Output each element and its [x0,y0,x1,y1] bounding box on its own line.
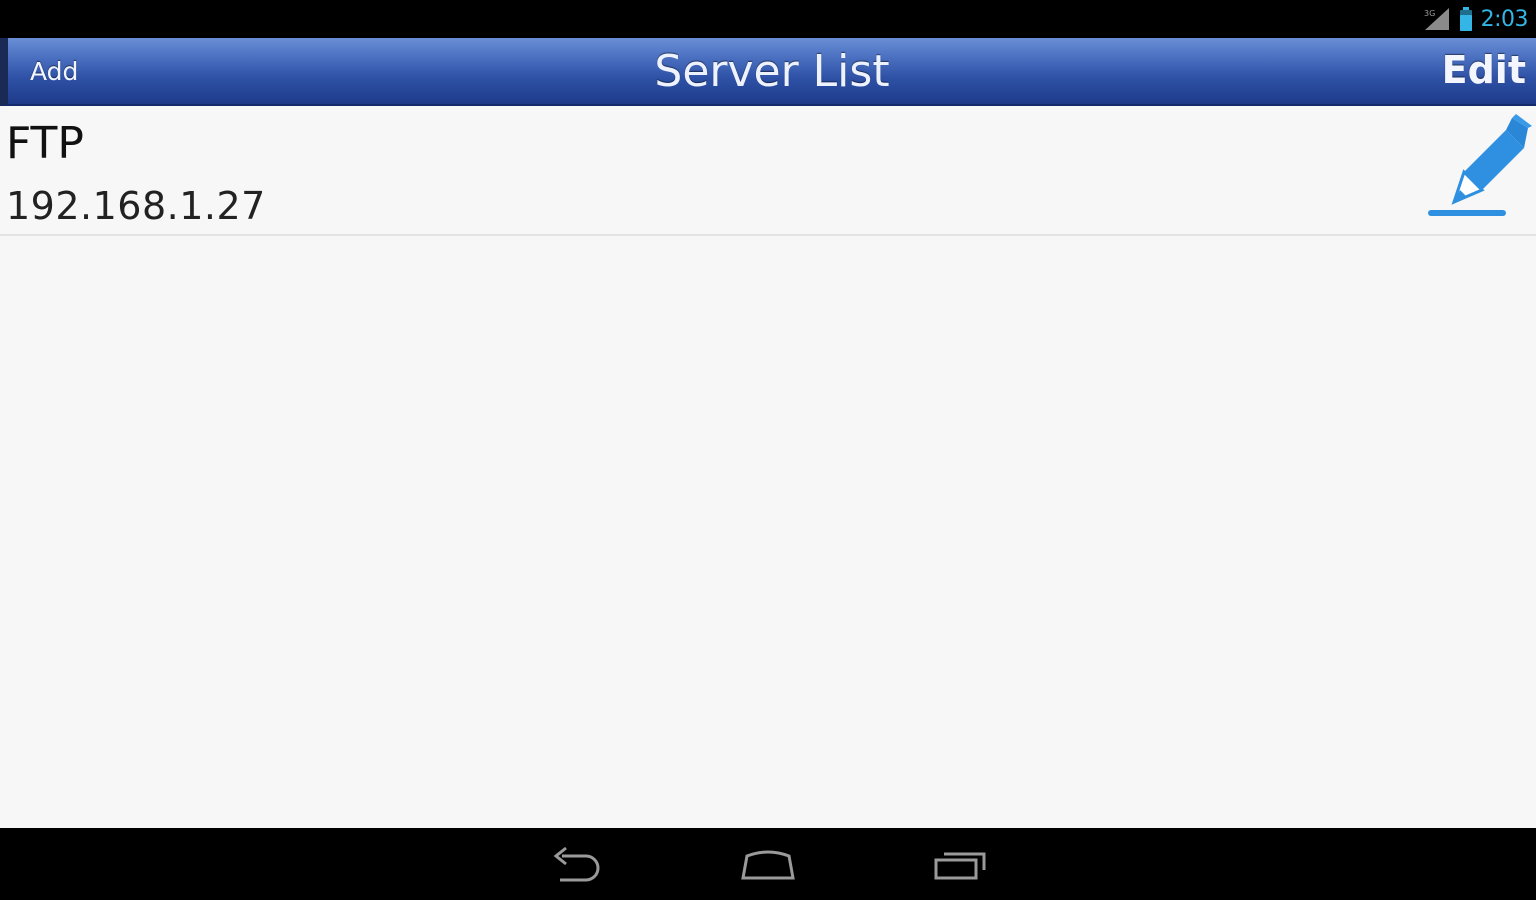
server-address: 192.168.1.27 [6,184,266,228]
server-list: FTP 192.168.1.27 [0,106,1536,828]
navigation-bar [0,828,1536,900]
server-name: FTP [6,118,84,169]
battery-icon [1459,7,1472,31]
signal-icon: 3G [1424,8,1449,30]
status-bar: 3G 2:03 [0,0,1536,38]
pencil-icon[interactable] [1424,110,1534,222]
status-icons: 3G 2:03 [1423,3,1529,35]
edit-button[interactable]: Edit [1442,44,1526,96]
recent-apps-icon[interactable] [926,842,996,886]
svg-text:3G: 3G [1424,9,1435,18]
back-icon[interactable] [542,842,612,886]
device-screen: 3G 2:03 Add Server List Edit FTP 192.168… [0,0,1536,900]
status-time: 2:03 [1480,6,1529,32]
page-title: Server List [654,46,890,97]
list-item[interactable]: FTP 192.168.1.27 [0,106,1536,236]
title-bar: Add Server List Edit [0,38,1536,106]
home-icon[interactable] [733,842,803,886]
